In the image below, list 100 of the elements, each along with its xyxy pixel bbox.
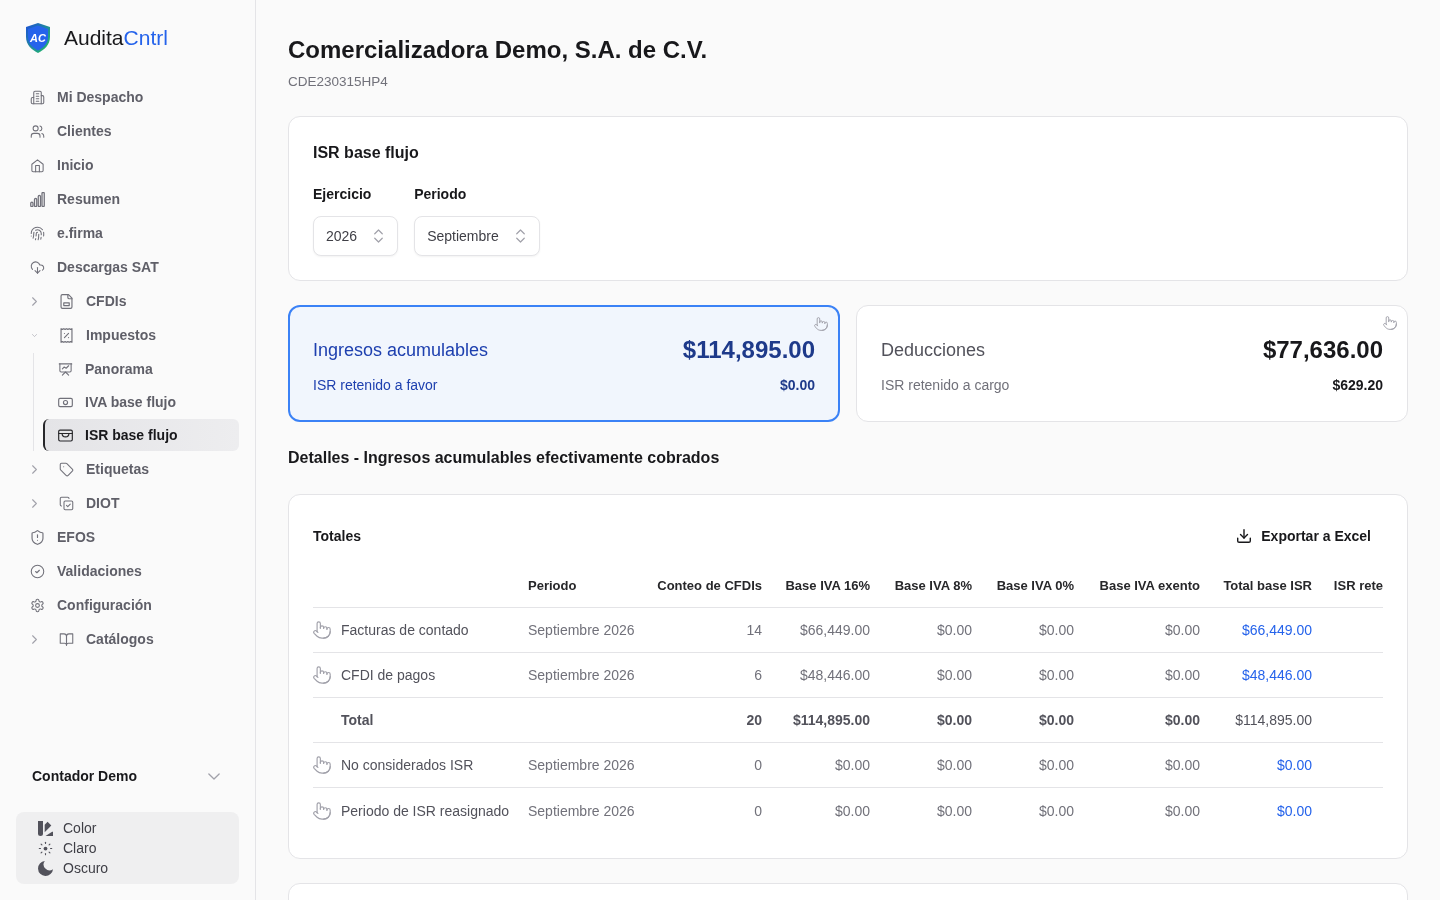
amount-link[interactable]: $0.00 [1276, 802, 1312, 819]
table-cell-text: $0.00 [1163, 712, 1201, 728]
amount-link[interactable]: $48,446.00 [1241, 667, 1312, 683]
chevrons-up-down-icon [515, 229, 525, 243]
summary-card[interactable]: Deducciones $77,636.00 ISR retenido a cargo $629.20 [856, 305, 1408, 422]
palette-icon [38, 820, 53, 836]
nav-item[interactable]: Configuración [16, 589, 239, 621]
card-title: Ingresos acumulables [313, 339, 489, 361]
nav-item[interactable]: Resumen [16, 183, 239, 215]
hand-pointer-icon [313, 621, 331, 639]
card-title: ISR base flujo [313, 143, 420, 163]
amount-link[interactable]: $0.00 [1276, 757, 1312, 773]
moon-icon [38, 860, 53, 876]
bar-chart-icon [30, 191, 45, 207]
select-field[interactable]: 2026 [313, 216, 399, 256]
table-cell-text: $0.00 [1163, 802, 1201, 819]
nav-item[interactable]: e.firma [16, 217, 239, 249]
fingerprint-icon [30, 225, 45, 241]
users-icon [30, 123, 45, 139]
table-cell-text: $0.00 [1163, 757, 1201, 773]
column-header: Base IVA exento [1098, 578, 1201, 593]
nav-item[interactable]: Mi Despacho [16, 81, 239, 113]
shield-logo: AC [24, 22, 52, 54]
table-cell-text: $0.00 [1037, 757, 1075, 773]
nav-subitem[interactable]: IVA base flujo [43, 386, 239, 418]
column-header: Base IVA 8% [893, 578, 973, 593]
row-label: Periodo de ISR reasignado [341, 802, 510, 819]
card-title: Deducciones [881, 339, 986, 361]
hand-pointer-icon [1383, 316, 1397, 330]
theme-option[interactable]: Oscuro [38, 858, 115, 878]
table-cell-text: Septiembre 2026 [527, 802, 636, 819]
table-cell-text: $0.00 [1037, 802, 1075, 819]
nav-item[interactable]: EFOS [16, 521, 239, 553]
table-cell-text: $0.00 [1163, 622, 1201, 638]
table-cell-text: $114,895.00 [1234, 712, 1313, 728]
sub-label: ISR retenido a cargo [881, 377, 1010, 393]
check-circle-icon [30, 563, 45, 579]
nav-subitem[interactable]: Panorama [43, 353, 239, 385]
download-icon [1237, 529, 1252, 543]
user-menu-button[interactable]: Contador Demo [16, 764, 239, 788]
amount: $114,895.00 [682, 336, 815, 364]
theme-option[interactable]: Claro [38, 838, 103, 858]
table-cell-text: $0.00 [833, 757, 871, 773]
tag-icon [59, 461, 74, 477]
nav-item[interactable]: Validaciones [16, 555, 239, 587]
cloud-download-icon [30, 259, 45, 275]
nav-item[interactable]: Clientes [16, 115, 239, 147]
sub-amount: $0.00 [779, 377, 815, 393]
sub-label: ISR retenido a favor [313, 377, 438, 393]
table-cell-text: $0.00 [833, 802, 871, 819]
section-heading: Detalles - Ingresos acumulables efectivamente cobrados [288, 448, 721, 468]
nav-item[interactable]: Impuestos [16, 319, 239, 351]
building-icon [30, 89, 45, 105]
table-cell-text: 14 [745, 622, 763, 638]
nav-subitem[interactable]: ISR base flujo [43, 419, 239, 451]
table-cell-text: 0 [753, 757, 763, 773]
brand-name: AuditaCntrl [64, 25, 168, 51]
export-button[interactable]: Exportar a Excel [1225, 519, 1383, 553]
hand-pointer-icon [313, 756, 331, 774]
row-label: CFDI de pagos [341, 667, 436, 683]
table-cell-text: Septiembre 2026 [527, 667, 636, 683]
table-cell-text: $0.00 [935, 712, 973, 728]
nav-item[interactable]: Descargas SAT [16, 251, 239, 283]
amount: $77,636.00 [1262, 336, 1383, 364]
table-cell-text: $0.00 [1037, 622, 1075, 638]
column-header: Base IVA 0% [995, 578, 1075, 593]
column-header: Total base ISR [1222, 578, 1313, 593]
column-header: ISR rete [1332, 578, 1383, 593]
table-cell-text: $66,449.00 [798, 622, 871, 638]
nav-item[interactable]: Catálogos [16, 623, 239, 655]
table-cell-text: $0.00 [935, 802, 973, 819]
sub-amount: $629.20 [1332, 377, 1383, 393]
chevron-down-icon [208, 772, 220, 780]
table-cell-text: $48,446.00 [798, 667, 871, 683]
nav-item[interactable]: CFDIs [16, 285, 239, 317]
select-field[interactable]: Septiembre [414, 216, 540, 256]
nav-item[interactable]: DIOT [16, 487, 239, 519]
field-label: Ejercicio [313, 185, 372, 204]
tray-icon [58, 427, 73, 443]
theme-option[interactable]: Color [38, 818, 103, 838]
row-label: No considerados ISR [341, 757, 474, 773]
column-header: Periodo [527, 578, 578, 593]
field-label: Periodo [414, 185, 467, 204]
book-open-icon [59, 631, 74, 647]
amount-link[interactable]: $66,449.00 [1241, 622, 1312, 638]
table-cell-text: $0.00 [935, 757, 973, 773]
shield-alert-icon [30, 529, 45, 545]
table-cell-text: 0 [753, 802, 763, 819]
nav-item[interactable]: Etiquetas [16, 453, 239, 485]
presentation-icon [58, 361, 73, 377]
home-icon [30, 157, 45, 173]
receipt-icon [59, 327, 74, 343]
page-title: Comercializadora Demo, S.A. de C.V. [288, 35, 709, 65]
table-cell-text: 6 [753, 667, 763, 683]
summary-card[interactable]: Ingresos acumulables $114,895.00 ISR retenido a favor $0.00 [288, 305, 840, 422]
column-header: Conteo de CFDIs [656, 578, 763, 593]
table-cell-text: $0.00 [935, 667, 973, 683]
row-label: Total [340, 712, 374, 728]
chevrons-up-down-icon [374, 229, 384, 243]
nav-item[interactable]: Inicio [16, 149, 239, 181]
